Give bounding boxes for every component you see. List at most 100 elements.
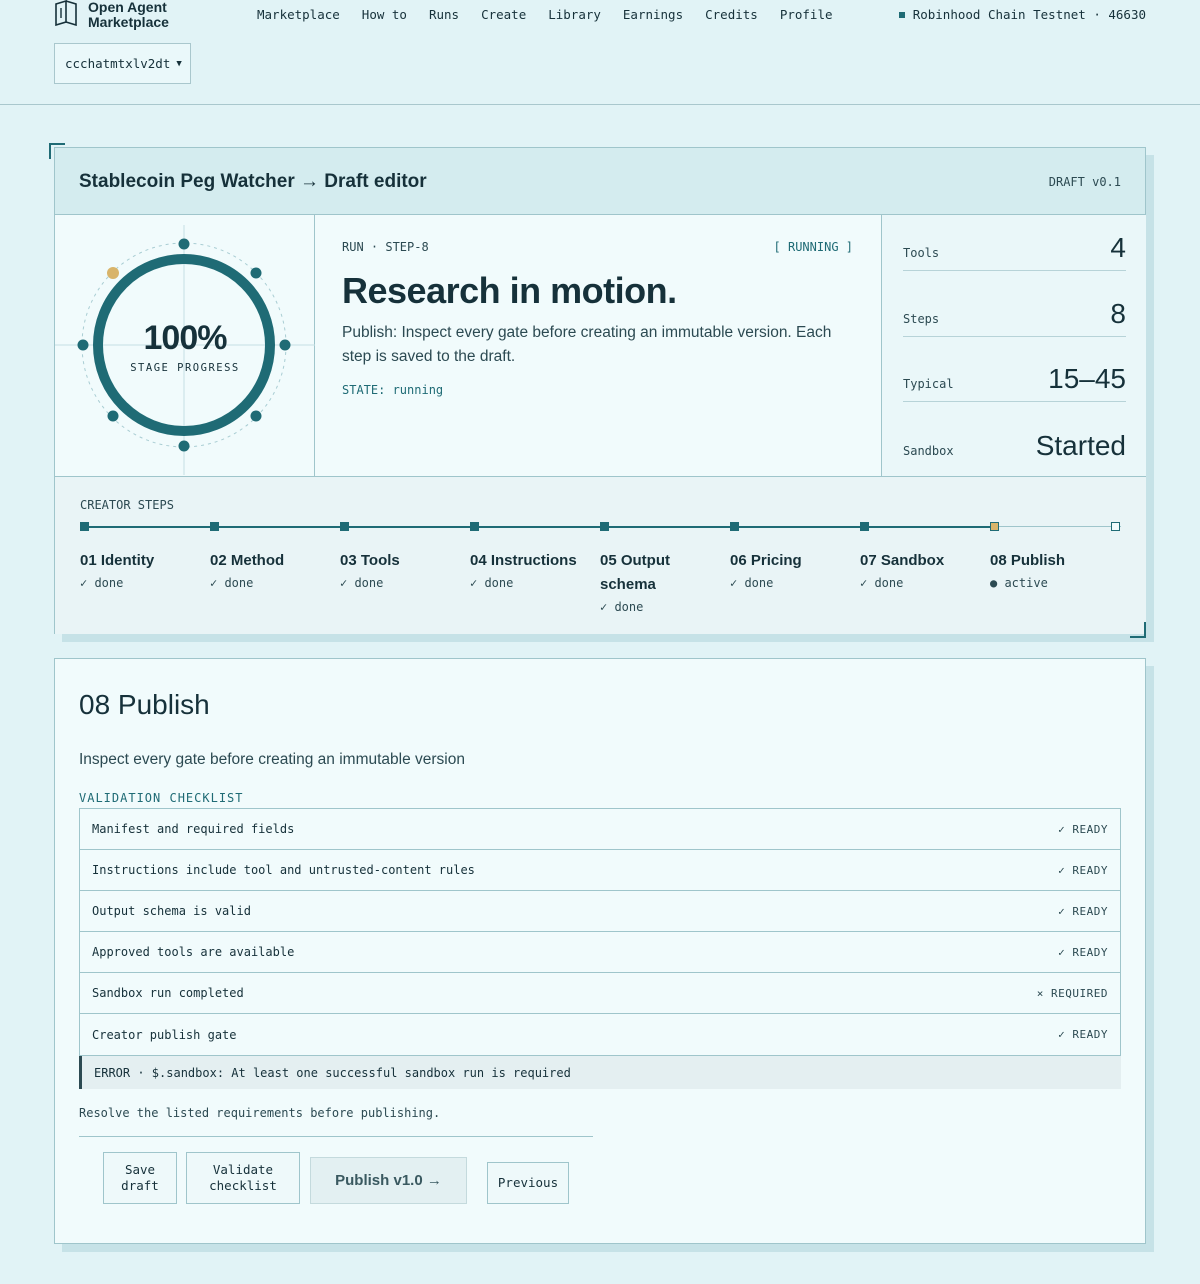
step-status: ✓ done bbox=[860, 576, 904, 590]
main-nav: Marketplace How to Runs Create Library E… bbox=[257, 7, 855, 22]
progress-ring-panel: 100% STAGE PROGRESS bbox=[55, 215, 315, 476]
checklist-row: Instructions include tool and untrusted-… bbox=[80, 850, 1120, 891]
corner-mark bbox=[1130, 622, 1146, 638]
step-output-schema[interactable]: 05 Output schema ✓ done bbox=[600, 549, 700, 614]
step-method[interactable]: 02 Method ✓ done bbox=[210, 549, 335, 590]
run-description: Publish: Inspect every gate before creat… bbox=[342, 324, 832, 365]
checklist-status: ✓ READY bbox=[1058, 1028, 1108, 1041]
creator-steps: CREATOR STEPS 01 Identity ✓ done 02 Meth… bbox=[55, 476, 1146, 634]
step-status: ✓ done bbox=[80, 576, 124, 590]
step-publish[interactable]: 08 Publish ● active bbox=[990, 549, 1115, 590]
step-instructions[interactable]: 04 Instructions ✓ done bbox=[470, 549, 595, 590]
checklist-row: Creator publish gate ✓ READY bbox=[80, 1014, 1120, 1055]
top-header: Open Agent Marketplace Marketplace How t… bbox=[0, 0, 1200, 105]
checklist-label: VALIDATION CHECKLIST bbox=[79, 791, 244, 805]
stat-value: 8 bbox=[1110, 298, 1126, 329]
checklist-status: ✓ READY bbox=[1058, 945, 1108, 959]
validate-checklist-button[interactable]: Validate checklist bbox=[186, 1152, 300, 1204]
network-indicator: Robinhood Chain Testnet · 46630 bbox=[898, 7, 1146, 22]
nav-runs[interactable]: Runs bbox=[429, 7, 459, 22]
divider bbox=[79, 1136, 593, 1137]
draft-editor-card: Stablecoin Peg Watcher → Draft editor DR… bbox=[54, 147, 1146, 634]
steps-label: CREATOR STEPS bbox=[80, 498, 174, 512]
checklist-item: Instructions include tool and untrusted-… bbox=[92, 863, 475, 877]
nav-library[interactable]: Library bbox=[548, 7, 601, 22]
step-node bbox=[80, 522, 89, 531]
step-name: 04 Instructions bbox=[470, 552, 577, 569]
account-name: ccchatmtxlv2dt bbox=[65, 56, 171, 71]
steps-track-remaining bbox=[995, 526, 1121, 527]
nav-how-to[interactable]: How to bbox=[362, 7, 407, 22]
step-pricing[interactable]: 06 Pricing ✓ done bbox=[730, 549, 855, 590]
logo-line2: Marketplace bbox=[88, 14, 169, 30]
step-node bbox=[730, 522, 739, 531]
state-text: STATE: running bbox=[342, 383, 444, 397]
logo[interactable]: Open Agent Marketplace bbox=[54, 0, 169, 30]
nav-create[interactable]: Create bbox=[481, 7, 526, 22]
section-subtitle: Inspect every gate before creating an im… bbox=[79, 751, 465, 768]
save-label-line2: draft bbox=[121, 1178, 159, 1193]
version-badge: DRAFT v0.1 bbox=[1048, 175, 1121, 189]
publish-button[interactable]: Publish v1.0 → bbox=[310, 1157, 467, 1204]
book-icon bbox=[55, 0, 77, 26]
checklist-item: Sandbox run completed bbox=[92, 986, 244, 1000]
step-status: ✓ done bbox=[470, 576, 514, 590]
step-tools[interactable]: 03 Tools ✓ done bbox=[340, 549, 465, 590]
save-draft-button[interactable]: Save draft bbox=[103, 1152, 177, 1204]
stat-label: Steps bbox=[903, 312, 940, 326]
checklist-status: ✓ READY bbox=[1058, 822, 1108, 836]
logo-text: Open Agent Marketplace bbox=[88, 0, 169, 30]
stats-panel: Tools 4 Steps 8 Typical 15–45 Sandbox St… bbox=[881, 215, 1146, 476]
step-node bbox=[470, 522, 479, 531]
stat-label: Sandbox bbox=[903, 444, 954, 458]
checklist-row: Sandbox run completed × REQUIRED bbox=[80, 973, 1120, 1014]
checklist-item: Creator publish gate bbox=[92, 1027, 237, 1042]
stat-label: Typical bbox=[903, 377, 954, 391]
status-badge: [ RUNNING ] bbox=[773, 240, 853, 254]
nav-credits[interactable]: Credits bbox=[705, 7, 758, 22]
headline: Research in motion. bbox=[342, 270, 677, 311]
nav-profile[interactable]: Profile bbox=[780, 7, 833, 22]
stat-tools: Tools 4 bbox=[903, 215, 1126, 271]
resolve-hint: Resolve the listed requirements before p… bbox=[79, 1106, 441, 1120]
stat-steps: Steps 8 bbox=[903, 281, 1126, 337]
step-status: ✓ done bbox=[730, 576, 774, 590]
save-label-line1: Save bbox=[124, 1162, 156, 1177]
stat-value: 4 bbox=[1110, 232, 1126, 263]
step-name: 03 Tools bbox=[340, 552, 400, 569]
checklist-row: Approved tools are available ✓ READY bbox=[80, 932, 1120, 973]
step-status: ✓ done bbox=[210, 576, 254, 590]
stat-value: 15–45 bbox=[1048, 363, 1126, 394]
step-identity[interactable]: 01 Identity ✓ done bbox=[80, 549, 205, 590]
step-sandbox[interactable]: 07 Sandbox ✓ done bbox=[860, 549, 985, 590]
page-title: Stablecoin Peg Watcher → Draft editor bbox=[79, 171, 427, 192]
step-name: 05 Output schema bbox=[600, 552, 670, 593]
corner-mark bbox=[49, 143, 65, 159]
nav-earnings[interactable]: Earnings bbox=[623, 7, 683, 22]
checklist-row: Output schema is valid ✓ READY bbox=[80, 891, 1120, 932]
validate-label-line1: Validate bbox=[212, 1162, 274, 1177]
card-header: Stablecoin Peg Watcher → Draft editor DR… bbox=[55, 148, 1145, 215]
error-message: ERROR · $.sandbox: At least one successf… bbox=[79, 1056, 1121, 1089]
validation-checklist: Manifest and required fields ✓ READY Ins… bbox=[79, 808, 1121, 1056]
nav-marketplace[interactable]: Marketplace bbox=[257, 7, 340, 22]
section-title: 08 Publish bbox=[79, 689, 210, 720]
account-selector[interactable]: ccchatmtxlv2dt ▼ bbox=[54, 43, 191, 84]
stat-sandbox: Sandbox Started bbox=[903, 412, 1126, 468]
step-node bbox=[210, 522, 219, 531]
step-status: ● active bbox=[990, 576, 1048, 590]
step-status: ✓ done bbox=[600, 600, 644, 614]
checklist-status: ✓ READY bbox=[1058, 904, 1108, 918]
checklist-item: Manifest and required fields bbox=[92, 822, 295, 836]
validate-label-line2: checklist bbox=[209, 1178, 277, 1193]
stat-value: Started bbox=[1035, 430, 1126, 461]
previous-button[interactable]: Previous bbox=[487, 1162, 569, 1204]
step-name: 07 Sandbox bbox=[860, 552, 945, 569]
publish-card: 08 Publish Inspect every gate before cre… bbox=[54, 658, 1146, 1244]
step-node bbox=[860, 522, 869, 531]
checklist-item: Approved tools are available bbox=[92, 945, 295, 959]
step-status: ✓ done bbox=[340, 576, 384, 590]
progress-value: 100% bbox=[143, 319, 228, 357]
network-status-icon bbox=[898, 11, 905, 18]
step-name: 02 Method bbox=[210, 552, 285, 569]
